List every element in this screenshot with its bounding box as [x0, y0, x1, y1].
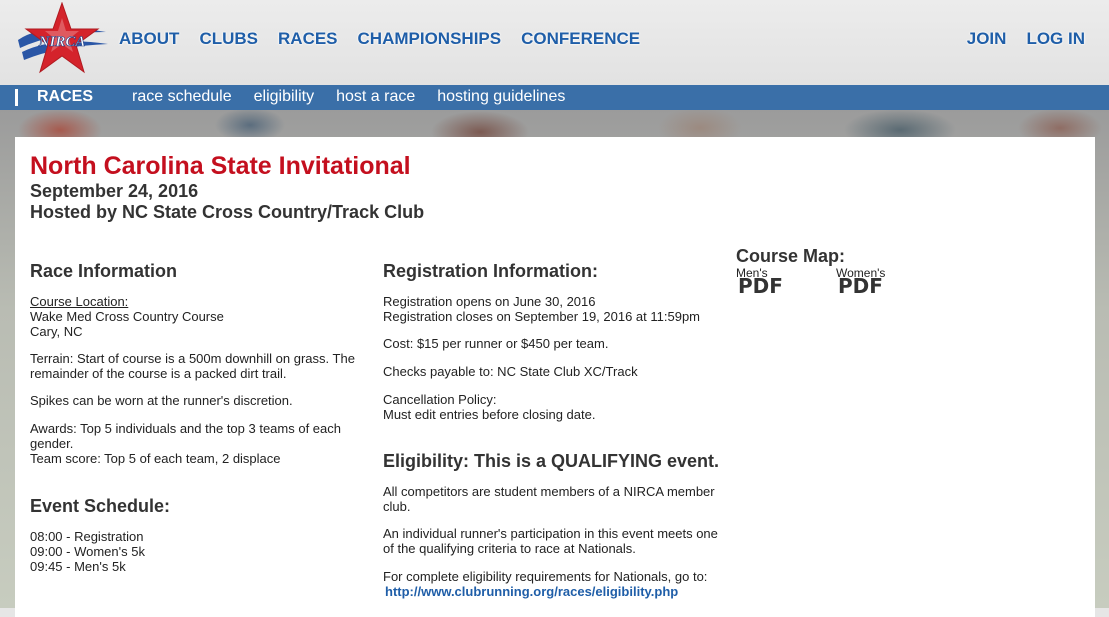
race-info-heading: Race Information	[30, 261, 178, 281]
content-card: North Carolina State Invitational Septem…	[15, 137, 1095, 617]
nav-championships[interactable]: CHAMPIONSHIPS	[358, 29, 502, 49]
event-title: North Carolina State Invitational	[30, 152, 411, 180]
checks-text: Checks payable to: NC State Club XC/Trac…	[383, 364, 638, 379]
women-map-pdf-link[interactable]: PDF	[838, 276, 883, 296]
spikes-text: Spikes can be worn at the runner's discr…	[30, 393, 293, 408]
event-date: September 24, 2016	[30, 181, 199, 201]
schedule-item: 08:00 - Registration	[30, 529, 144, 544]
event-schedule-heading: Event Schedule:	[30, 496, 171, 516]
eligibility-link[interactable]: http://www.clubrunning.org/races/eligibi…	[385, 584, 678, 599]
schedule-item: 09:00 - Women's 5k	[30, 544, 145, 559]
nav-races[interactable]: RACES	[278, 29, 338, 49]
event-host: Hosted by NC State Cross Country/Track C…	[30, 202, 425, 222]
course-location-city: Cary, NC	[30, 324, 83, 339]
men-map-pdf-link[interactable]: PDF	[738, 276, 783, 296]
subnav-host-a-race[interactable]: host a race	[336, 88, 415, 106]
sub-nav-bar: RACES race schedule eligibility host a r…	[0, 85, 1109, 110]
login-link[interactable]: LOG IN	[1026, 29, 1085, 49]
cancellation-text: Must edit entries before closing date.	[383, 407, 596, 422]
registration-closes: Registration closes on September 19, 201…	[383, 309, 701, 324]
sub-nav: race schedule eligibility host a race ho…	[132, 88, 587, 106]
eligibility-text-2: An individual runner's participation in …	[383, 526, 718, 556]
nav-about[interactable]: ABOUT	[119, 29, 179, 49]
race-info-section: Race Information Course Location: Wake M…	[30, 261, 360, 466]
eligibility-heading: Eligibility: This is a QUALIFYING event.	[383, 451, 720, 471]
course-location-name: Wake Med Cross Country Course	[30, 309, 224, 324]
registration-section: Registration Information: Registration o…	[383, 261, 723, 422]
top-header: NIRCA ABOUT CLUBS RACES CHAMPIONSHIPS CO…	[0, 0, 1109, 85]
logo-text: NIRCA	[38, 34, 86, 50]
cost-text: Cost: $15 per runner or $450 per team.	[383, 336, 609, 351]
eligibility-text-3: For complete eligibility requirements fo…	[383, 569, 708, 584]
schedule-item: 09:45 - Men's 5k	[30, 559, 126, 574]
subnav-race-schedule[interactable]: race schedule	[132, 88, 232, 106]
section-title: RACES	[37, 88, 94, 105]
eligibility-section: Eligibility: This is a QUALIFYING event.…	[383, 451, 728, 599]
cancellation-label: Cancellation Policy:	[383, 392, 497, 407]
event-schedule-section: Event Schedule: 08:00 - Registration 09:…	[30, 496, 360, 574]
terrain-text: Terrain: Start of course is a 500m downh…	[30, 351, 355, 381]
team-score-text: Team score: Top 5 of each team, 2 displa…	[30, 451, 281, 466]
section-marker	[15, 89, 18, 106]
nirca-logo[interactable]: NIRCA	[14, 2, 110, 82]
nav-conference[interactable]: CONFERENCE	[521, 29, 640, 49]
subnav-eligibility[interactable]: eligibility	[254, 88, 314, 106]
course-map-heading: Course Map:	[736, 246, 846, 266]
join-link[interactable]: JOIN	[967, 29, 1007, 49]
eligibility-text-1: All competitors are student members of a…	[383, 484, 715, 514]
course-location-label: Course Location:	[30, 294, 129, 309]
registration-opens: Registration opens on June 30, 2016	[383, 294, 596, 309]
user-nav: JOIN LOG IN	[967, 29, 1105, 49]
course-map-section: Course Map: Men's PDF Women's PDF	[736, 246, 956, 306]
nav-clubs[interactable]: CLUBS	[199, 29, 258, 49]
subnav-hosting-guidelines[interactable]: hosting guidelines	[437, 88, 565, 106]
main-nav: ABOUT CLUBS RACES CHAMPIONSHIPS CONFEREN…	[119, 29, 660, 49]
awards-text: Awards: Top 5 individuals and the top 3 …	[30, 421, 341, 451]
registration-heading: Registration Information:	[383, 261, 598, 281]
